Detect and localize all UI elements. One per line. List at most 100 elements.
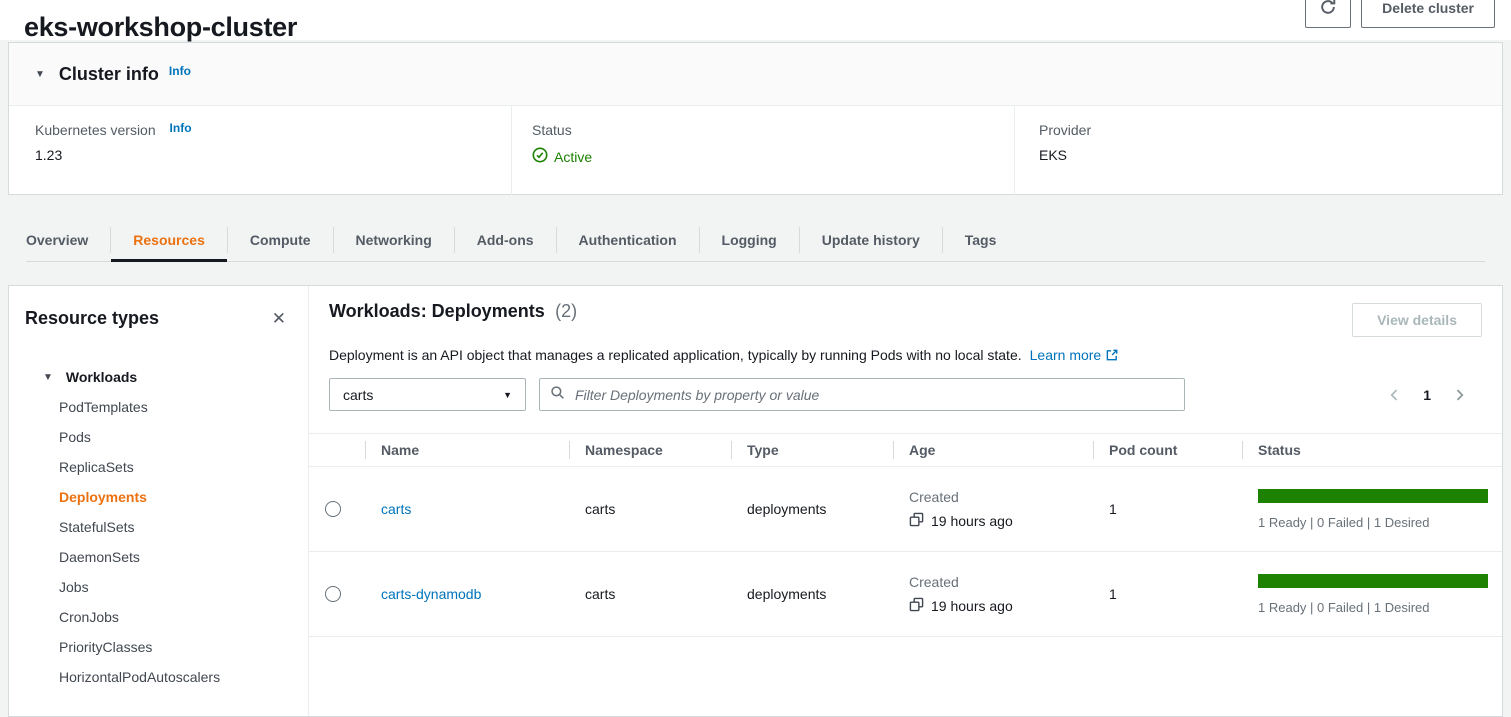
search-icon <box>550 385 565 405</box>
filter-row: carts ▼ 1 <box>329 378 1482 411</box>
deployment-status: 1 Ready | 0 Failed | 1 Desired <box>1242 489 1502 530</box>
status-bar <box>1258 489 1488 503</box>
cluster-info-info-link[interactable]: Info <box>169 64 191 78</box>
close-icon[interactable]: ✕ <box>266 309 292 329</box>
status-label: Status <box>532 122 1014 138</box>
row-radio-button[interactable] <box>325 586 341 602</box>
provider-value: EKS <box>1039 147 1502 163</box>
deployments-count: (2) <box>555 301 577 321</box>
tab-add-ons[interactable]: Add-ons <box>455 218 556 261</box>
filter-dropdown-value: carts <box>343 387 373 403</box>
sidebar-item-horizontalpodautoscalers[interactable]: HorizontalPodAutoscalers <box>25 662 292 692</box>
check-circle-icon <box>532 147 548 166</box>
learn-more-link[interactable]: Learn more <box>1030 347 1102 363</box>
sidebar-item-priorityclasses[interactable]: PriorityClasses <box>25 632 292 662</box>
sidebar-item-statefulsets[interactable]: StatefulSets <box>25 512 292 542</box>
deployment-namespace: carts <box>569 586 731 602</box>
pagination: 1 <box>1386 386 1468 404</box>
tab-tags[interactable]: Tags <box>943 218 1019 261</box>
deployment-age: Created 19 hours ago <box>893 574 1093 615</box>
pod-count-column-header[interactable]: Pod count <box>1093 434 1242 466</box>
tab-logging[interactable]: Logging <box>700 218 799 261</box>
deployments-content: Workloads: Deployments (2) View details … <box>309 286 1502 716</box>
copy-icon[interactable] <box>909 512 924 530</box>
refresh-icon <box>1319 0 1337 19</box>
header-actions: Delete cluster <box>1305 0 1495 28</box>
cluster-tabs: Overview Resources Compute Networking Ad… <box>26 218 1485 262</box>
deployment-pod-count: 1 <box>1093 501 1242 517</box>
age-column-header[interactable]: Age <box>893 434 1093 466</box>
deployments-table: Name Namespace Type Age Pod count Status… <box>309 433 1502 637</box>
tree-group-workloads[interactable]: ▼ Workloads <box>25 362 292 392</box>
kubernetes-version-value: 1.23 <box>35 147 511 163</box>
caret-down-icon[interactable]: ▼ <box>43 372 53 383</box>
status-bar <box>1258 574 1488 588</box>
previous-page-button[interactable] <box>1386 386 1403 404</box>
provider-label: Provider <box>1039 122 1502 138</box>
tab-overview[interactable]: Overview <box>26 218 110 261</box>
page-header: eks-workshop-cluster Delete cluster <box>0 0 1511 40</box>
sidebar-item-podtemplates[interactable]: PodTemplates <box>25 392 292 422</box>
cluster-info-title: Cluster info <box>59 64 159 85</box>
status-column-header[interactable]: Status <box>1242 434 1502 466</box>
page-title: eks-workshop-cluster <box>24 12 297 43</box>
name-column-header[interactable]: Name <box>365 434 569 466</box>
filter-dropdown[interactable]: carts ▼ <box>329 378 526 411</box>
select-column-header <box>309 434 365 466</box>
deployment-status: 1 Ready | 0 Failed | 1 Desired <box>1242 574 1502 615</box>
resources-panel: Resource types ✕ ▼ Workloads PodTemplate… <box>8 285 1503 717</box>
delete-cluster-button[interactable]: Delete cluster <box>1361 0 1495 28</box>
copy-icon[interactable] <box>909 597 924 615</box>
sidebar-item-replicasets[interactable]: ReplicaSets <box>25 452 292 482</box>
status-field: Status Active <box>511 106 1014 195</box>
tab-compute[interactable]: Compute <box>228 218 333 261</box>
sidebar-item-deployments[interactable]: Deployments <box>25 482 292 512</box>
kubernetes-version-field: Kubernetes version Info 1.23 <box>9 106 511 195</box>
status-summary: 1 Ready | 0 Failed | 1 Desired <box>1258 515 1489 530</box>
deployment-name-link[interactable]: carts <box>381 501 411 517</box>
kubernetes-version-info-link[interactable]: Info <box>170 121 192 135</box>
cluster-info-panel: ▼ Cluster info Info Kubernetes version I… <box>8 42 1503 195</box>
deployment-type: deployments <box>731 501 893 517</box>
type-column-header[interactable]: Type <box>731 434 893 466</box>
deployment-namespace: carts <box>569 501 731 517</box>
search-input[interactable] <box>573 386 1174 404</box>
status-value: Active <box>532 147 1014 166</box>
tab-authentication[interactable]: Authentication <box>557 218 699 261</box>
current-page[interactable]: 1 <box>1423 387 1431 403</box>
resource-types-header: Resource types ✕ <box>25 308 292 329</box>
deployments-title: Workloads: Deployments (2) <box>329 301 577 322</box>
table-row: carts-dynamodb carts deployments Created… <box>309 552 1502 637</box>
deployment-name-link[interactable]: carts-dynamodb <box>381 586 481 602</box>
deployment-age: Created 19 hours ago <box>893 489 1093 530</box>
deployment-pod-count: 1 <box>1093 586 1242 602</box>
view-details-button[interactable]: View details <box>1352 303 1482 337</box>
resource-types-title: Resource types <box>25 308 159 329</box>
tab-update-history[interactable]: Update history <box>800 218 942 261</box>
sidebar-item-daemonsets[interactable]: DaemonSets <box>25 542 292 572</box>
next-page-button[interactable] <box>1451 386 1468 404</box>
namespace-column-header[interactable]: Namespace <box>569 434 731 466</box>
cluster-info-body: Kubernetes version Info 1.23 Status Acti… <box>9 106 1502 195</box>
sidebar-item-jobs[interactable]: Jobs <box>25 572 292 602</box>
sidebar-item-cronjobs[interactable]: CronJobs <box>25 602 292 632</box>
external-link-icon <box>1105 349 1119 365</box>
table-header-row: Name Namespace Type Age Pod count Status <box>309 433 1502 467</box>
resource-types-tree: ▼ Workloads PodTemplates Pods ReplicaSet… <box>25 362 292 692</box>
tab-resources[interactable]: Resources <box>111 218 227 261</box>
dropdown-caret-icon: ▼ <box>503 390 512 400</box>
collapse-caret-icon[interactable]: ▼ <box>35 69 45 80</box>
search-box <box>539 378 1185 411</box>
deployments-description: Deployment is an API object that manages… <box>329 346 1482 363</box>
cluster-info-header[interactable]: ▼ Cluster info Info <box>9 43 1502 106</box>
provider-field: Provider EKS <box>1014 106 1502 195</box>
row-radio-button[interactable] <box>325 501 341 517</box>
refresh-button[interactable] <box>1305 0 1351 28</box>
sidebar-item-pods[interactable]: Pods <box>25 422 292 452</box>
status-summary: 1 Ready | 0 Failed | 1 Desired <box>1258 600 1489 615</box>
deployment-type: deployments <box>731 586 893 602</box>
table-row: carts carts deployments Created 19 hours… <box>309 467 1502 552</box>
kubernetes-version-label: Kubernetes version Info <box>35 122 511 138</box>
tab-networking[interactable]: Networking <box>334 218 454 261</box>
resource-types-sidebar: Resource types ✕ ▼ Workloads PodTemplate… <box>9 286 309 716</box>
